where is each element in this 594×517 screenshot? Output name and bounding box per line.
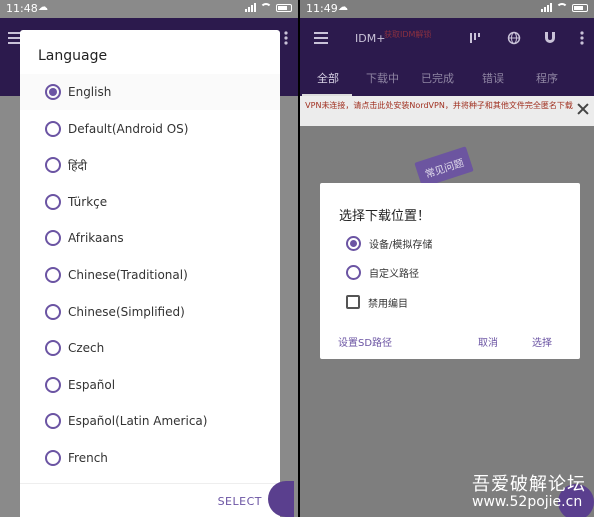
radio-unchecked-icon[interactable]	[45, 413, 61, 430]
status-icons	[541, 3, 588, 12]
language-label: Español(Latin America)	[68, 414, 208, 429]
screenshot: 11:48 ☁ Language English Default(Android …	[0, 0, 594, 517]
wifi-icon	[260, 3, 272, 12]
language-label: Default(Android OS)	[68, 121, 189, 136]
app-bar: IDM+ 获取IDM解锁	[300, 18, 594, 58]
vpn-banner[interactable]: VPN未连接，请点击此处安装NordVPN，并将种子和其他文件完全匿名下载	[300, 96, 594, 126]
radio-unchecked-icon[interactable]	[45, 376, 61, 393]
language-label: Türkçe	[68, 194, 108, 209]
set-sd-path-button[interactable]: 设置SD路径	[338, 334, 392, 349]
vpn-banner-text: VPN未连接，请点击此处安装NordVPN，并将种子和其他文件完全匿名下载	[305, 101, 573, 110]
choose-button[interactable]: 选择	[532, 334, 552, 349]
signal-icon	[541, 3, 552, 12]
radio-checked-icon[interactable]	[45, 84, 61, 100]
cloud-icon: ☁	[38, 2, 48, 13]
radio-unchecked-icon[interactable]	[45, 340, 61, 357]
tab-error[interactable]: 错误	[482, 70, 504, 86]
tab-programs[interactable]: 程序	[536, 70, 558, 86]
radio-unchecked-icon[interactable]	[45, 450, 61, 466]
option-device-storage[interactable]: 设备/模拟存储	[346, 234, 432, 252]
radio-unchecked-icon[interactable]	[45, 303, 61, 320]
language-label: Chinese(Traditional)	[68, 268, 188, 282]
left-screen: 11:48 ☁ Language English Default(Android …	[0, 0, 298, 517]
menu-icon[interactable]	[314, 32, 328, 44]
status-bar: 11:49 ☁	[300, 0, 594, 18]
signal-icon	[245, 3, 256, 12]
language-option[interactable]: Czech	[20, 330, 280, 366]
radio-checked-icon[interactable]	[346, 235, 361, 251]
radio-unchecked-icon[interactable]	[346, 264, 361, 280]
option-label: 禁用编目	[368, 298, 408, 310]
dialog-title: Language	[38, 48, 108, 64]
language-option[interactable]: Afrikaans	[20, 220, 280, 256]
unlock-note[interactable]: 获取IDM解锁	[384, 29, 431, 40]
status-time: 11:49	[306, 2, 338, 15]
checkbox-icon[interactable]	[346, 295, 360, 309]
watermark-url: www.52pojie.cn	[472, 494, 583, 510]
language-option[interactable]: English	[20, 74, 280, 110]
status-bar: 11:48 ☁	[0, 0, 298, 18]
language-label: French	[68, 451, 108, 465]
cloud-icon: ☁	[338, 2, 348, 13]
language-label: Afrikaans	[68, 231, 124, 246]
language-label: Czech	[68, 341, 105, 356]
language-option[interactable]: French	[20, 440, 280, 476]
battery-icon	[572, 3, 588, 12]
radio-unchecked-icon[interactable]	[45, 230, 61, 247]
more-vert-icon[interactable]	[284, 31, 288, 45]
language-option[interactable]: हिंदी	[20, 147, 280, 183]
tab-all[interactable]: 全部	[317, 70, 339, 86]
language-label: Chinese(Simplified)	[68, 304, 185, 319]
radio-unchecked-icon[interactable]	[45, 120, 61, 137]
globe-icon[interactable]	[507, 31, 521, 45]
option-label: 自定义路径	[369, 268, 419, 280]
language-label: English	[68, 85, 112, 99]
language-option[interactable]: Español(Latin America)	[20, 403, 280, 439]
faq-badge[interactable]: 常见问题	[414, 146, 474, 188]
language-option[interactable]: Türkçe	[20, 184, 280, 220]
close-icon[interactable]	[576, 102, 590, 116]
radio-unchecked-icon[interactable]	[45, 193, 61, 210]
wifi-icon	[556, 3, 568, 12]
battery-icon	[276, 3, 292, 12]
cancel-button[interactable]: 取消	[478, 334, 498, 349]
language-label: हिंदी	[68, 158, 87, 173]
radio-unchecked-icon[interactable]	[45, 157, 61, 174]
option-label: 设备/模拟存储	[369, 239, 433, 251]
language-dialog: Language English Default(Android OS) हिंदी…	[20, 30, 280, 517]
tab-downloading[interactable]: 下载中	[366, 70, 399, 86]
watermark-name: 吾爱破解论坛	[472, 474, 586, 495]
option-custom-path[interactable]: 自定义路径	[346, 263, 419, 281]
magnet-icon[interactable]	[543, 31, 557, 45]
download-location-dialog: 选择下载位置！ 设备/模拟存储 自定义路径 禁用编目 设置SD路径 取消 选择	[320, 183, 580, 359]
status-time: 11:48	[6, 2, 38, 15]
language-option[interactable]: Chinese(Simplified)	[20, 294, 280, 330]
dialog-footer: SELECT	[20, 483, 280, 517]
right-screen: 11:49 ☁ IDM+ 获取IDM解锁 全部 下载中 已完成 错误 程序 VP…	[300, 0, 594, 517]
status-icons	[245, 3, 292, 12]
sort-icon[interactable]	[470, 32, 484, 44]
radio-unchecked-icon[interactable]	[45, 267, 61, 283]
tab-bar: 全部 下载中 已完成 错误 程序	[300, 58, 594, 96]
language-option[interactable]: Default(Android OS)	[20, 111, 280, 147]
dialog-title: 选择下载位置！	[339, 209, 431, 224]
more-vert-icon[interactable]	[580, 31, 584, 45]
language-option[interactable]: Español	[20, 367, 280, 403]
option-disable-catalog[interactable]: 禁用编目	[346, 293, 408, 311]
tab-completed[interactable]: 已完成	[421, 70, 454, 86]
language-option[interactable]: Chinese(Traditional)	[20, 257, 280, 293]
app-title: IDM+	[355, 32, 386, 45]
language-label: Español	[68, 377, 116, 392]
select-button[interactable]: SELECT	[218, 495, 262, 508]
